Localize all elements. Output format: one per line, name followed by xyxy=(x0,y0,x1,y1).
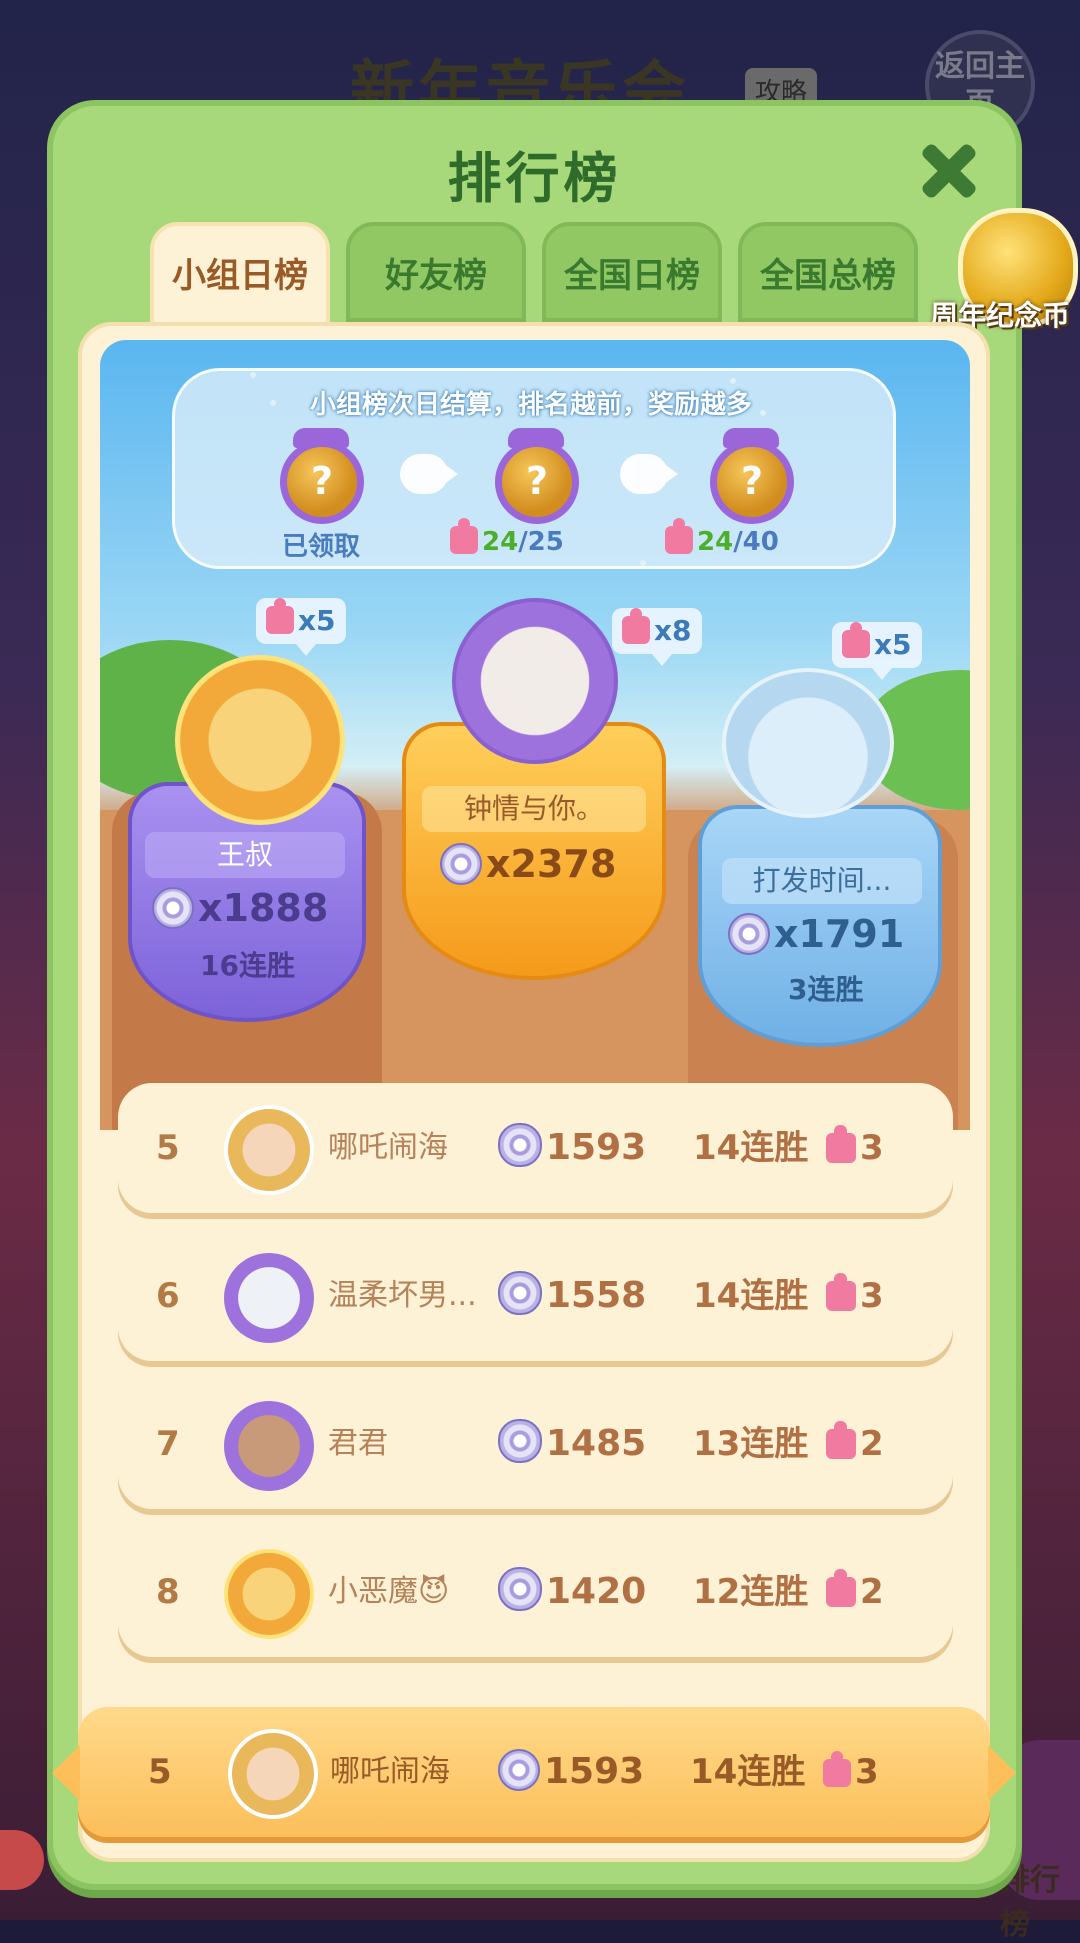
ranking-row[interactable]: 7 君君 1485 13连胜 2 xyxy=(118,1379,953,1509)
close-icon[interactable] xyxy=(913,136,983,206)
row-rank: 8 xyxy=(156,1572,180,1612)
row-avatar[interactable] xyxy=(224,1549,314,1639)
reward-info-text: 小组榜次日结算，排名越前，奖励越多 xyxy=(309,390,752,420)
my-streak: 14连胜 xyxy=(690,1752,806,1792)
reward-stage-2-icon[interactable]: ? xyxy=(495,440,579,524)
third-place-reward-bubble: x5 xyxy=(832,622,922,680)
third-place-score: x1791 xyxy=(728,912,904,956)
row-avatar[interactable] xyxy=(224,1105,314,1195)
disc-icon xyxy=(498,1123,542,1167)
my-reward: 3 xyxy=(823,1707,879,1837)
row-score: 1420 xyxy=(498,1527,646,1657)
row-streak: 14连胜 xyxy=(693,1128,809,1168)
arrow-right-icon xyxy=(620,454,678,494)
my-rank-bar[interactable]: 5 哪吒闹海 1593 14连胜 3 xyxy=(52,1707,1016,1837)
disc-icon xyxy=(152,887,194,929)
row-player-name: 君君 xyxy=(328,1426,388,1461)
first-place-score: x2378 xyxy=(440,842,616,886)
row-score: 1558 xyxy=(498,1231,646,1361)
second-place-name: 王叔 xyxy=(145,832,345,878)
puzzle-piece-icon xyxy=(266,598,294,634)
my-player-name: 哪吒闹海 xyxy=(330,1754,450,1789)
row-avatar[interactable] xyxy=(224,1253,314,1343)
my-score: 1593 xyxy=(498,1707,644,1837)
row-reward: 3 xyxy=(826,1231,884,1361)
disc-icon xyxy=(498,1567,542,1611)
row-rank: 5 xyxy=(156,1128,180,1168)
disc-icon xyxy=(498,1749,540,1791)
reward-stage-1-icon[interactable]: ? xyxy=(280,440,364,524)
reward-stage-2-progress: 24/25 xyxy=(450,518,564,557)
puzzle-piece-icon xyxy=(665,518,693,554)
row-player-name: 小恶魔😈 xyxy=(328,1574,450,1609)
first-place-reward-bubble: x8 xyxy=(612,608,702,666)
reward-stage-3-progress: 24/40 xyxy=(665,518,779,557)
puzzle-piece-icon xyxy=(826,1421,856,1459)
row-player-name: 哪吒闹海 xyxy=(328,1130,448,1165)
row-rank: 7 xyxy=(156,1424,180,1464)
row-reward: 2 xyxy=(826,1379,884,1509)
arrow-right-icon xyxy=(400,454,458,494)
second-place-avatar[interactable] xyxy=(175,655,345,825)
disc-icon xyxy=(440,843,482,885)
tab-national-daily[interactable]: 全国日榜 xyxy=(542,222,722,322)
disc-icon xyxy=(498,1419,542,1463)
row-rank: 6 xyxy=(156,1276,180,1316)
puzzle-piece-icon xyxy=(826,1273,856,1311)
second-place-streak: 16连胜 xyxy=(200,949,295,982)
row-reward: 2 xyxy=(826,1527,884,1657)
row-streak: 14连胜 xyxy=(693,1276,809,1316)
disc-icon xyxy=(728,913,770,955)
row-reward: 3 xyxy=(826,1083,884,1213)
reward-stage-3-icon[interactable]: ? xyxy=(710,440,794,524)
tab-national-total[interactable]: 全国总榜 xyxy=(738,222,918,322)
row-score: 1485 xyxy=(498,1379,646,1509)
second-place-reward-bubble: x5 xyxy=(256,598,346,656)
tab-friends[interactable]: 好友榜 xyxy=(346,222,526,322)
disc-icon xyxy=(498,1271,542,1315)
puzzle-piece-icon xyxy=(622,608,650,644)
tab-group-daily[interactable]: 小组日榜 xyxy=(150,222,330,330)
third-place-name: 打发时间... xyxy=(722,858,922,904)
second-place-score: x1888 xyxy=(152,886,328,930)
panel-title: 排行榜 xyxy=(447,147,622,210)
reward-stage-1-status: 已领取 xyxy=(282,532,361,562)
ranking-row[interactable]: 8 小恶魔😈 1420 12连胜 2 xyxy=(118,1527,953,1657)
row-player-name: 温柔坏男... xyxy=(328,1278,477,1313)
puzzle-piece-icon xyxy=(823,1751,851,1787)
first-place-avatar[interactable] xyxy=(452,598,618,764)
ranking-row[interactable]: 6 温柔坏男... 1558 14连胜 3 xyxy=(118,1231,953,1361)
ranking-row[interactable]: 5 哪吒闹海 1593 14连胜 3 xyxy=(118,1083,953,1213)
puzzle-piece-icon xyxy=(826,1125,856,1163)
my-rank: 5 xyxy=(148,1752,172,1792)
first-place-name: 钟情与你。 xyxy=(422,786,646,832)
row-streak: 12连胜 xyxy=(693,1572,809,1612)
row-streak: 13连胜 xyxy=(693,1424,809,1464)
third-place-avatar[interactable] xyxy=(722,668,894,818)
puzzle-piece-icon xyxy=(450,518,478,554)
row-score: 1593 xyxy=(498,1083,646,1213)
puzzle-piece-icon xyxy=(842,622,870,658)
row-avatar[interactable] xyxy=(224,1401,314,1491)
my-avatar[interactable] xyxy=(228,1729,318,1819)
third-place-streak: 3连胜 xyxy=(788,973,864,1006)
puzzle-piece-icon xyxy=(826,1569,856,1607)
